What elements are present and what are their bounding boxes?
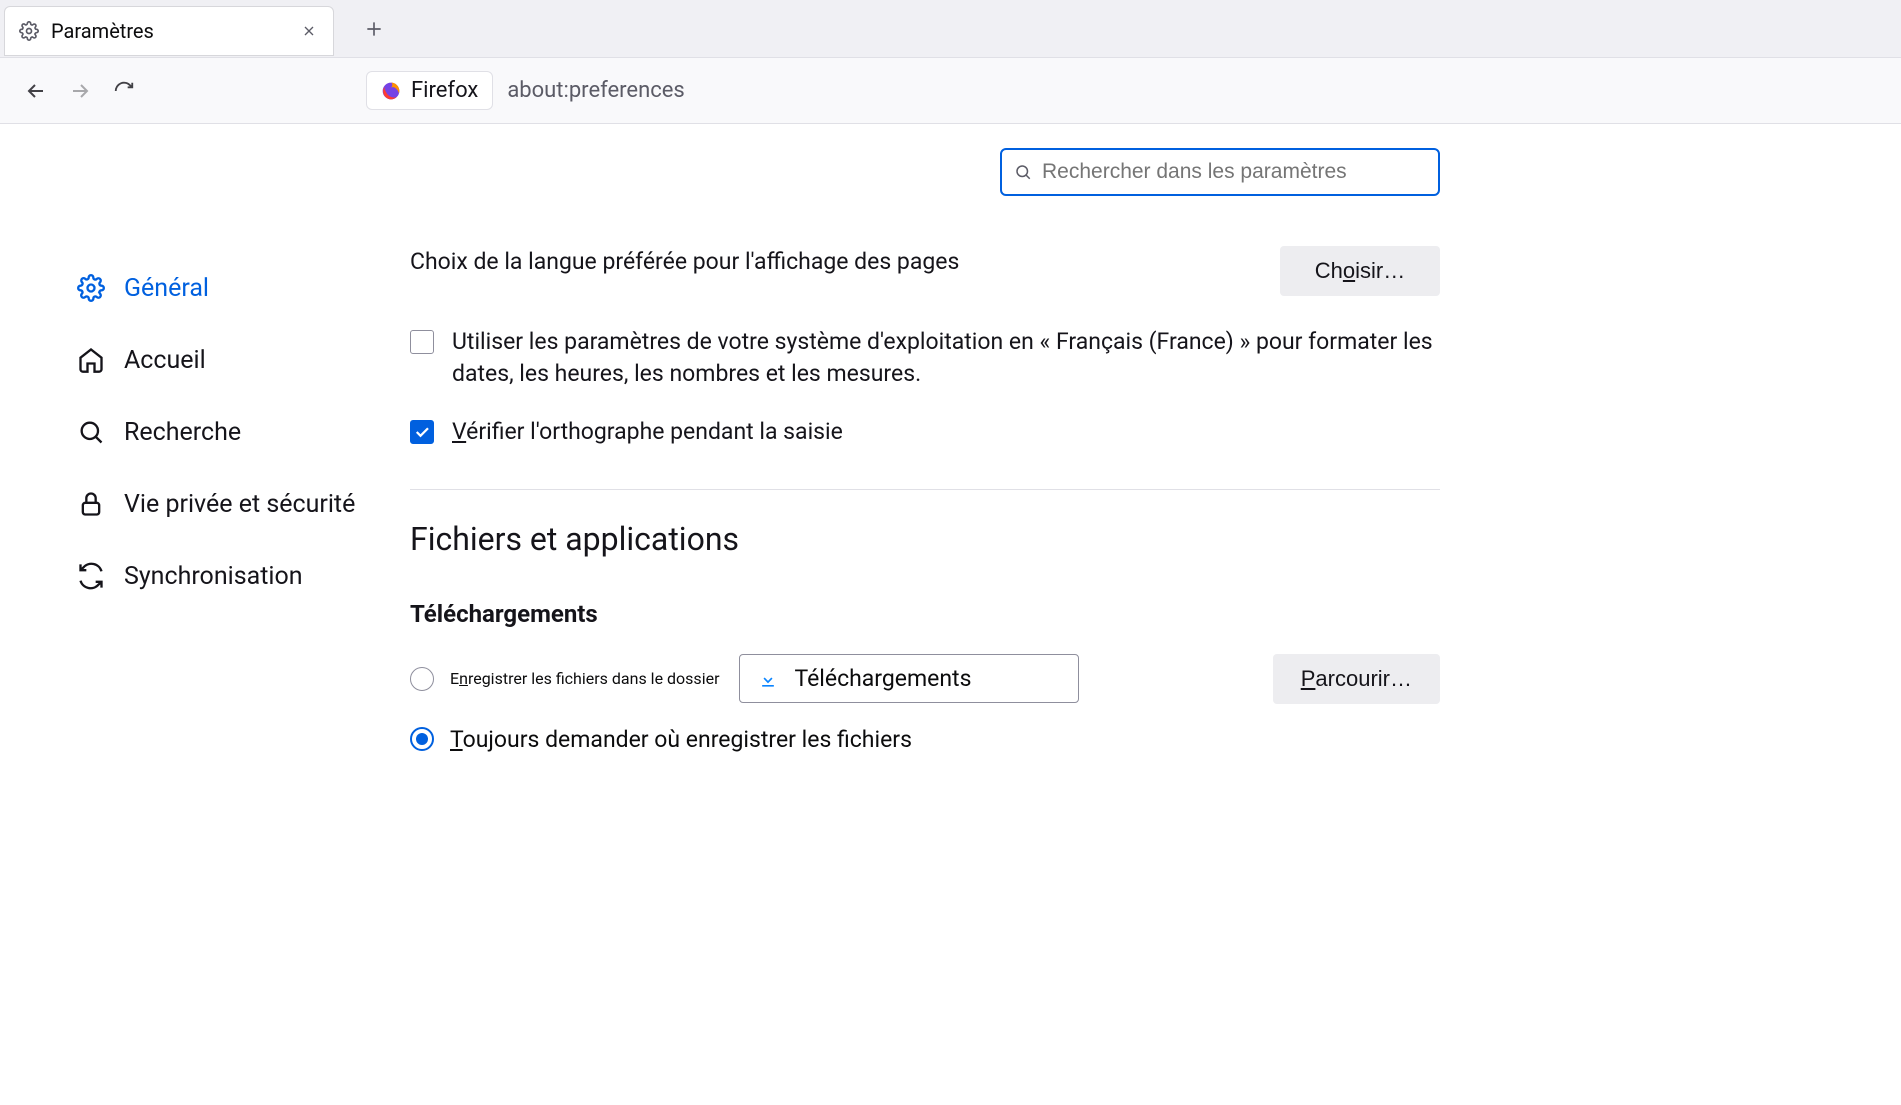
tab-bar: Paramètres	[0, 0, 1901, 58]
sidebar-item-privacy[interactable]: Vie privée et sécurité	[68, 474, 388, 534]
sidebar-item-home[interactable]: Accueil	[68, 330, 388, 390]
sidebar-item-general[interactable]: Général	[68, 258, 388, 318]
forward-button[interactable]	[58, 69, 102, 113]
spellcheck-label: Vérifier l'orthographe pendant la saisie	[452, 416, 843, 448]
sync-icon	[76, 561, 106, 591]
tab-label: Paramètres	[51, 19, 299, 43]
new-tab-button[interactable]	[354, 9, 394, 49]
settings-search[interactable]	[1000, 148, 1440, 196]
search-icon	[76, 417, 106, 447]
use-os-locale-checkbox[interactable]	[410, 330, 434, 354]
always-ask-label: Toujours demander où enregistrer les fic…	[450, 726, 912, 753]
spellcheck-checkbox[interactable]	[410, 420, 434, 444]
sidebar-item-search[interactable]: Recherche	[68, 402, 388, 462]
gear-icon	[76, 273, 106, 303]
always-ask-radio[interactable]	[410, 727, 434, 751]
firefox-icon	[381, 81, 401, 101]
downloads-title: Téléchargements	[410, 600, 1440, 628]
files-section-title: Fichiers et applications	[410, 520, 1440, 558]
sidebar-item-label: Synchronisation	[124, 562, 303, 591]
url-text[interactable]: about:preferences	[507, 78, 684, 103]
sidebar-item-label: Recherche	[124, 418, 241, 447]
identity-box[interactable]: Firefox	[366, 71, 493, 110]
download-folder-button[interactable]: Téléchargements	[739, 654, 1079, 703]
sidebar-item-label: Accueil	[124, 346, 206, 375]
content: Choix de la langue préférée pour l'affic…	[400, 148, 1480, 775]
search-icon	[1014, 163, 1032, 181]
gear-icon	[19, 21, 39, 41]
download-folder-label: Téléchargements	[794, 665, 971, 692]
settings-search-input[interactable]	[1042, 160, 1426, 184]
close-icon[interactable]	[299, 21, 319, 41]
save-to-folder-label: Enregistrer les fichiers dans le dossier	[450, 669, 719, 688]
back-button[interactable]	[14, 69, 58, 113]
identity-label: Firefox	[411, 78, 478, 103]
sidebar: Général Accueil Recherche Vie privée et …	[0, 148, 400, 775]
sidebar-item-label: Vie privée et sécurité	[124, 490, 355, 519]
sidebar-item-label: Général	[124, 274, 209, 303]
save-to-folder-radio[interactable]	[410, 667, 434, 691]
choose-language-button[interactable]: Choisir…	[1280, 246, 1440, 296]
tab-settings[interactable]: Paramètres	[4, 6, 334, 56]
browse-folder-button[interactable]: Parcourir…	[1273, 654, 1440, 704]
lock-icon	[76, 489, 106, 519]
home-icon	[76, 345, 106, 375]
language-desc: Choix de la langue préférée pour l'affic…	[410, 246, 959, 277]
download-icon	[758, 669, 778, 689]
toolbar: Firefox about:preferences	[0, 58, 1901, 124]
sidebar-item-sync[interactable]: Synchronisation	[68, 546, 388, 606]
reload-button[interactable]	[102, 69, 146, 113]
divider	[410, 489, 1440, 490]
use-os-locale-label: Utiliser les paramètres de votre système…	[452, 326, 1440, 390]
